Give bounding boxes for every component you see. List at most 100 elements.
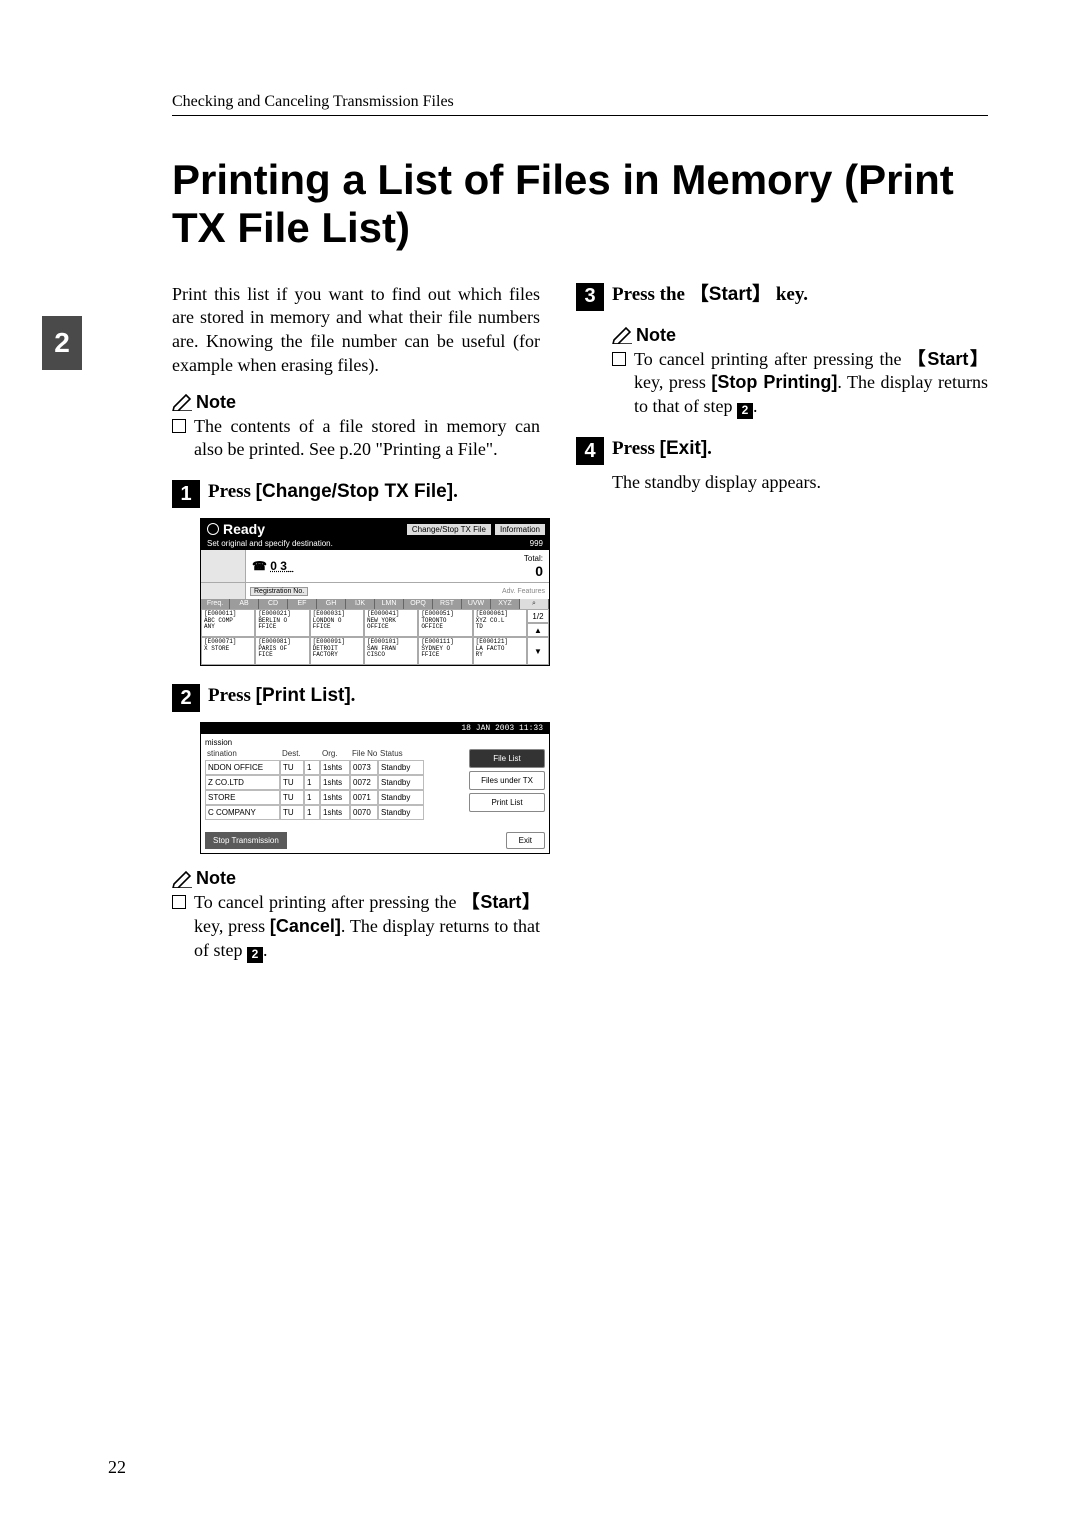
- screenshot-print-list-panel: 18 JAN 2003 11:33 mission stinationDest.…: [200, 722, 550, 854]
- table-cell: TU: [280, 790, 304, 805]
- memory-count: 999: [530, 539, 543, 548]
- checkbox-icon: [172, 419, 186, 433]
- screenshot-ready-panel: Ready Change/Stop TX File Information Se…: [200, 518, 550, 666]
- search-icon[interactable]: ⌕: [520, 599, 549, 609]
- destination-tile[interactable]: [E000101]SAN FRANCISCO: [364, 637, 418, 665]
- alpha-tab[interactable]: XYZ: [491, 599, 520, 609]
- mission-label: mission: [205, 738, 545, 747]
- ui-button-label: [Change/Stop TX File]: [256, 481, 453, 502]
- destination-tile[interactable]: [E000071]X STORE: [201, 637, 255, 665]
- table-cell: 0070: [350, 805, 378, 820]
- page-indicator: 1/2: [527, 609, 549, 623]
- alpha-tab[interactable]: GH: [317, 599, 346, 609]
- alpha-tabs: Freq. AB CD EF GH IJK LMN OPQ RST UVW XY…: [201, 599, 549, 609]
- print-list-button[interactable]: Print List: [469, 793, 545, 812]
- destination-tile[interactable]: [E000061]XYZ CO.LTD: [473, 609, 527, 637]
- standby-text: The standby display appears.: [612, 471, 988, 495]
- alpha-tab[interactable]: LMN: [375, 599, 404, 609]
- note-label: Note: [196, 868, 236, 889]
- destination-tile[interactable]: [E000081]PARIS OFFICE: [255, 637, 309, 665]
- destination-tile[interactable]: [E000041]NEW YORKOFFICE: [364, 609, 418, 637]
- table-cell: 0073: [350, 760, 378, 775]
- alpha-tab[interactable]: AB: [230, 599, 259, 609]
- note-heading: Note: [172, 868, 540, 889]
- table-cell: NDON OFFICE: [205, 760, 280, 775]
- exit-button[interactable]: Exit: [506, 832, 545, 849]
- alpha-tab[interactable]: EF: [288, 599, 317, 609]
- step-number-icon: 4: [576, 437, 604, 465]
- scroll-down-button[interactable]: ▼: [527, 637, 549, 665]
- information-button[interactable]: Information: [495, 524, 545, 535]
- key-label: Start: [709, 284, 752, 305]
- table-cell: Standby: [378, 790, 424, 805]
- ui-button-label: [Stop Printing]: [711, 372, 837, 392]
- alpha-tab[interactable]: Freq.: [201, 599, 230, 609]
- step-ref-icon: 2: [737, 403, 753, 419]
- page-title: Printing a List of Files in Memory (Prin…: [172, 156, 988, 253]
- note-text: The contents of a file stored in memory …: [194, 415, 540, 463]
- table-cell: TU: [280, 805, 304, 820]
- destination-tile[interactable]: [E000021]BERLIN OFFICE: [255, 609, 309, 637]
- destination-tile[interactable]: [E000051]TORONTOOFFICE: [418, 609, 472, 637]
- note-text: To cancel printing after pressing the: [634, 349, 908, 369]
- page-number: 22: [108, 1457, 126, 1478]
- intro-paragraph: Print this list if you want to find out …: [172, 283, 540, 378]
- note-heading: Note: [612, 325, 988, 346]
- note-text: key, press: [194, 916, 270, 936]
- table-cell: TU: [280, 760, 304, 775]
- table-cell: Z CO.LTD: [205, 775, 280, 790]
- total-label: Total:: [524, 554, 543, 563]
- pencil-icon: [172, 393, 194, 411]
- key-label: Start: [927, 349, 968, 369]
- note-item: The contents of a file stored in memory …: [172, 415, 540, 463]
- key-label: Start: [480, 892, 521, 912]
- alpha-tab[interactable]: CD: [259, 599, 288, 609]
- step-4: 4 Press [Exit].: [576, 437, 988, 465]
- step-2: 2 Press [Print List].: [172, 684, 540, 712]
- table-cell: 0072: [350, 775, 378, 790]
- table-cell: 0071: [350, 790, 378, 805]
- destination-tile[interactable]: [E000091]DETROITFACTORY: [310, 637, 364, 665]
- timestamp: 18 JAN 2003 11:33: [201, 723, 549, 734]
- alpha-tab[interactable]: UVW: [462, 599, 491, 609]
- destination-grid: [E000011]ABC COMPANY[E000021]BERLIN OFFI…: [201, 609, 549, 665]
- table-row[interactable]: C COMPANYTU11shts0070Standby: [205, 805, 463, 820]
- alpha-tab[interactable]: RST: [433, 599, 462, 609]
- table-cell: 1shts: [320, 775, 350, 790]
- destination-tile[interactable]: [E000011]ABC COMPANY: [201, 609, 255, 637]
- table-cell: C COMPANY: [205, 805, 280, 820]
- table-row[interactable]: STORETU11shts0071Standby: [205, 790, 463, 805]
- alpha-tab[interactable]: OPQ: [404, 599, 433, 609]
- alpha-tab[interactable]: IJK: [346, 599, 375, 609]
- destination-tile[interactable]: [E000121]LA FACTORY: [473, 637, 527, 665]
- table-row[interactable]: NDON OFFICETU11shts0073Standby: [205, 760, 463, 775]
- table-cell: 1shts: [320, 805, 350, 820]
- step-text: Press: [208, 481, 256, 502]
- pencil-icon: [172, 870, 194, 888]
- note-text: key, press: [634, 372, 711, 392]
- phone-icon: ☎: [252, 559, 267, 573]
- chapter-tab: 2: [42, 316, 82, 370]
- change-stop-tx-file-button[interactable]: Change/Stop TX File: [407, 524, 491, 535]
- table-cell: Standby: [378, 805, 424, 820]
- table-cell: 1: [304, 775, 320, 790]
- table-cell: STORE: [205, 790, 280, 805]
- left-stub: [201, 583, 246, 599]
- left-stub: [201, 550, 246, 582]
- step-text: key.: [771, 284, 808, 305]
- destination-tile[interactable]: [E000111]SYDNEY OFFICE: [418, 637, 472, 665]
- note-label: Note: [196, 392, 236, 413]
- table-header: stinationDest.Org.File No.Status: [205, 749, 463, 760]
- table-cell: Standby: [378, 775, 424, 790]
- files-under-tx-button[interactable]: Files under TX: [469, 771, 545, 790]
- scroll-up-button[interactable]: ▲: [527, 623, 549, 637]
- registration-no-button[interactable]: Registration No.: [250, 587, 308, 596]
- punct: .: [753, 396, 758, 416]
- table-cell: 1: [304, 760, 320, 775]
- table-cell: 1: [304, 790, 320, 805]
- table-row[interactable]: Z CO.LTDTU11shts0072Standby: [205, 775, 463, 790]
- stop-transmission-button[interactable]: Stop Transmission: [205, 832, 287, 849]
- destination-tile[interactable]: [E000031]LONDON OFFICE: [310, 609, 364, 637]
- note-item: To cancel printing after pressing the 【S…: [172, 891, 540, 962]
- file-list-button[interactable]: File List: [469, 749, 545, 768]
